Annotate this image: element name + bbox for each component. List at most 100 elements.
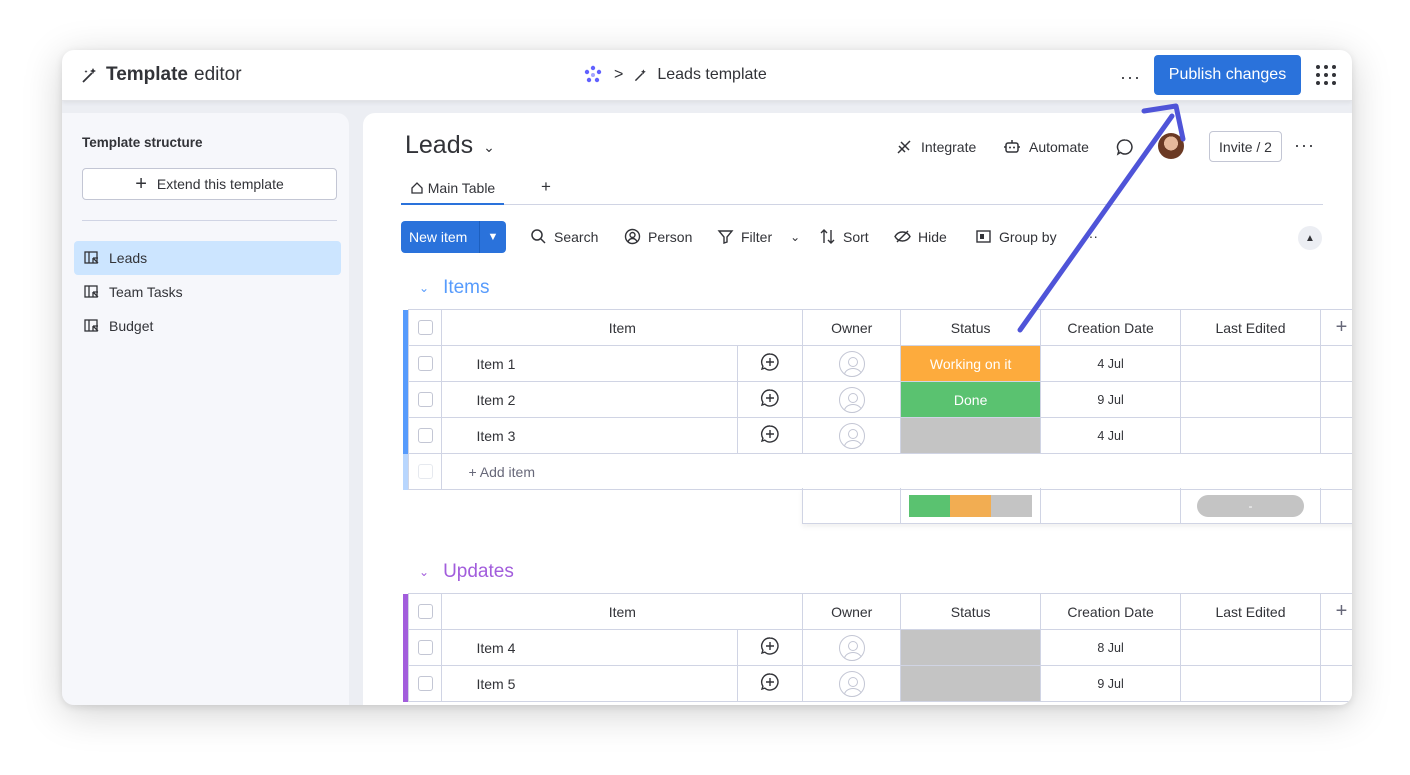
toolbar-more-button[interactable]: ··· bbox=[1084, 228, 1098, 244]
column-header-item[interactable]: Item bbox=[441, 593, 804, 630]
group-by-button[interactable]: Group by bbox=[975, 228, 1057, 245]
sort-icon bbox=[820, 229, 835, 244]
comment-icon[interactable] bbox=[1116, 138, 1134, 156]
select-all-checkbox[interactable] bbox=[417, 604, 433, 619]
chevron-down-icon[interactable]: ⌄ bbox=[419, 565, 429, 579]
item-name-cell[interactable]: Item 1 bbox=[441, 345, 739, 382]
add-update-icon[interactable] bbox=[760, 636, 780, 656]
item-name-cell[interactable]: Item 3 bbox=[441, 417, 739, 454]
person-placeholder-icon[interactable] bbox=[838, 386, 865, 413]
last-edited-cell[interactable] bbox=[1180, 665, 1321, 702]
add-column-button[interactable]: + bbox=[1319, 309, 1352, 346]
board-title[interactable]: Leads ⌄ bbox=[405, 131, 495, 160]
table-row[interactable]: Item 3 4 Jul bbox=[403, 417, 1352, 454]
status-cell[interactable] bbox=[900, 629, 1042, 666]
more-options-button[interactable]: ··· bbox=[1120, 67, 1141, 88]
column-header-last-edited[interactable]: Last Edited bbox=[1180, 309, 1321, 346]
column-header-status[interactable]: Status bbox=[900, 593, 1042, 630]
person-placeholder-icon[interactable] bbox=[838, 670, 865, 697]
status-cell[interactable] bbox=[900, 665, 1042, 702]
group-by-label: Group by bbox=[999, 228, 1057, 245]
column-header-owner[interactable]: Owner bbox=[802, 309, 902, 346]
chevron-down-icon[interactable]: ▼ bbox=[479, 221, 506, 253]
column-header-creation-date[interactable]: Creation Date bbox=[1040, 309, 1182, 346]
column-header-last-edited[interactable]: Last Edited bbox=[1180, 593, 1321, 630]
top-bar: Template editor > Leads template ··· Pub… bbox=[62, 50, 1352, 101]
column-header-item[interactable]: Item bbox=[441, 309, 804, 346]
add-update-icon[interactable] bbox=[760, 388, 780, 408]
status-cell[interactable]: Done bbox=[900, 381, 1042, 418]
integrate-button[interactable]: Integrate bbox=[895, 138, 976, 156]
person-filter-button[interactable]: Person bbox=[624, 228, 692, 245]
column-header-creation-date[interactable]: Creation Date bbox=[1040, 593, 1182, 630]
sidebar-item-team-tasks[interactable]: Team Tasks bbox=[74, 275, 341, 309]
extend-template-button[interactable]: + Extend this template bbox=[82, 168, 337, 200]
new-item-button[interactable]: New item ▼ bbox=[401, 221, 506, 253]
column-header-owner[interactable]: Owner bbox=[802, 593, 902, 630]
row-checkbox[interactable] bbox=[417, 392, 433, 407]
person-placeholder-icon[interactable] bbox=[838, 634, 865, 661]
date-cell[interactable]: 8 Jul bbox=[1040, 629, 1182, 666]
group-title-updates[interactable]: ⌄ Updates bbox=[417, 561, 514, 583]
status-summary-empty bbox=[991, 494, 1032, 517]
person-placeholder-icon[interactable] bbox=[838, 422, 865, 449]
date-cell[interactable]: 9 Jul bbox=[1040, 665, 1182, 702]
automate-button[interactable]: Automate bbox=[1003, 138, 1089, 156]
chevron-down-icon[interactable]: ⌄ bbox=[419, 281, 429, 295]
sidebar-divider bbox=[82, 220, 337, 221]
sort-button[interactable]: Sort bbox=[819, 228, 869, 245]
avatar[interactable] bbox=[1158, 133, 1184, 159]
status-cell[interactable] bbox=[900, 417, 1042, 454]
last-edited-cell[interactable] bbox=[1180, 345, 1321, 382]
group-title-items[interactable]: ⌄ Items bbox=[417, 277, 490, 299]
person-icon bbox=[624, 228, 641, 245]
date-cell[interactable]: 4 Jul bbox=[1040, 417, 1182, 454]
chevron-down-icon[interactable]: ⌄ bbox=[790, 230, 800, 244]
row-checkbox[interactable] bbox=[417, 640, 433, 655]
item-name-cell[interactable]: Item 4 bbox=[441, 629, 739, 666]
date-cell[interactable]: 9 Jul bbox=[1040, 381, 1182, 418]
add-update-icon[interactable] bbox=[760, 352, 780, 372]
publish-changes-button[interactable]: Publish changes bbox=[1154, 55, 1301, 95]
row-checkbox[interactable] bbox=[417, 356, 433, 371]
status-summary-bar[interactable] bbox=[909, 494, 1032, 517]
select-all-checkbox[interactable] bbox=[417, 320, 433, 335]
workspace-logo-icon[interactable] bbox=[582, 64, 604, 86]
last-edited-cell[interactable] bbox=[1180, 381, 1321, 418]
chevron-up-icon[interactable]: ▲ bbox=[1298, 226, 1322, 250]
board-more-options-button[interactable]: ··· bbox=[1294, 135, 1315, 156]
table-row[interactable]: Item 5 9 Jul bbox=[403, 665, 1352, 702]
last-edited-summary-pill[interactable]: - bbox=[1197, 494, 1304, 517]
add-update-icon[interactable] bbox=[760, 424, 780, 444]
tab-main-table[interactable]: Main Table bbox=[401, 173, 504, 205]
add-column-button[interactable]: + bbox=[1319, 593, 1352, 630]
table-row[interactable]: Item 2 Done 9 Jul bbox=[403, 381, 1352, 418]
table-row[interactable]: Item 1 Working on it 4 Jul bbox=[403, 345, 1352, 382]
add-item-row[interactable]: + Add item bbox=[403, 453, 1352, 490]
board-icon bbox=[84, 319, 99, 332]
last-edited-cell[interactable] bbox=[1180, 629, 1321, 666]
date-cell[interactable]: 4 Jul bbox=[1040, 345, 1182, 382]
item-name-cell[interactable]: Item 5 bbox=[441, 665, 739, 702]
filter-button[interactable]: Filter ⌄ bbox=[717, 228, 800, 245]
status-cell[interactable]: Working on it bbox=[900, 345, 1042, 382]
apps-grid-icon[interactable] bbox=[1316, 65, 1336, 85]
hide-button[interactable]: Hide bbox=[894, 228, 947, 245]
column-header-status[interactable]: Status bbox=[900, 309, 1042, 346]
row-checkbox[interactable] bbox=[417, 428, 433, 443]
sidebar-item-budget[interactable]: Budget bbox=[74, 309, 341, 343]
plus-icon: + bbox=[135, 172, 147, 195]
last-edited-cell[interactable] bbox=[1180, 417, 1321, 454]
add-update-icon[interactable] bbox=[760, 672, 780, 692]
search-button[interactable]: Search bbox=[530, 228, 598, 245]
row-checkbox[interactable] bbox=[417, 676, 433, 691]
item-name-cell[interactable]: Item 2 bbox=[441, 381, 739, 418]
add-item-input[interactable]: + Add item bbox=[441, 453, 1352, 490]
table-row[interactable]: Item 4 8 Jul bbox=[403, 629, 1352, 666]
extend-template-label: Extend this template bbox=[156, 176, 284, 192]
invite-button[interactable]: Invite / 2 bbox=[1209, 131, 1282, 162]
add-view-button[interactable]: + bbox=[541, 177, 551, 197]
sidebar-item-leads[interactable]: Leads bbox=[74, 241, 341, 275]
person-placeholder-icon[interactable] bbox=[838, 350, 865, 377]
breadcrumb-template-name[interactable]: Leads template bbox=[657, 66, 766, 84]
